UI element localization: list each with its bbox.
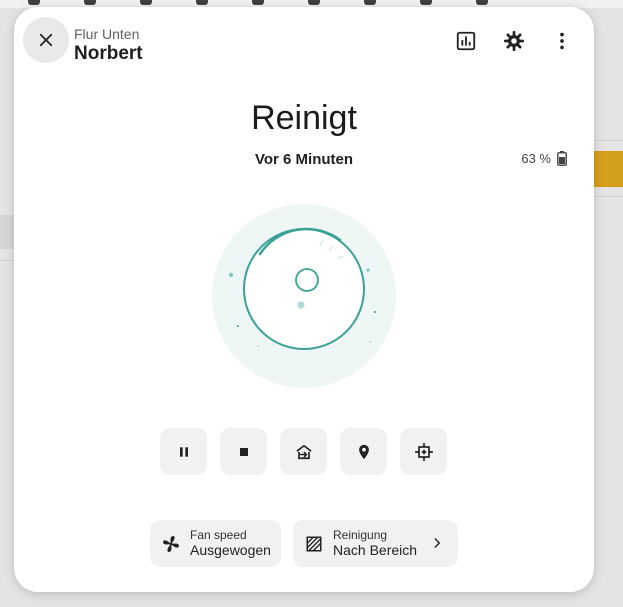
fan-icon: [160, 533, 182, 555]
more-options-button[interactable]: [548, 27, 576, 55]
settings-button[interactable]: [500, 27, 528, 55]
more-vertical-icon: [560, 32, 564, 50]
history-button[interactable]: [452, 27, 480, 55]
locate-icon: [358, 444, 369, 459]
fan-speed-select[interactable]: Fan speed Ausgewogen: [150, 520, 281, 567]
more-info-dialog: Flur Unten Norbert Reinigt Vor 6 Minuten…: [14, 7, 594, 592]
battery-level: 63 %: [521, 151, 551, 166]
cleaning-mode-value: Nach Bereich: [333, 542, 418, 559]
gear-icon: [503, 30, 525, 52]
cleaning-mode-select[interactable]: Reinigung Nach Bereich: [293, 520, 458, 567]
battery-status: 63 %: [521, 151, 567, 166]
stop-icon: [239, 447, 248, 456]
clean-spot-button[interactable]: [400, 428, 447, 475]
return-to-base-button[interactable]: [280, 428, 327, 475]
vacuum-state: Reinigt: [251, 99, 357, 137]
history-chart-icon: [456, 31, 476, 51]
pause-icon: [179, 446, 188, 457]
state-last-changed: Vor 6 Minuten: [254, 151, 354, 168]
pause-button[interactable]: [160, 428, 207, 475]
vacuum-animation: [212, 204, 396, 388]
clean-spot-icon: [414, 442, 433, 461]
fan-speed-label: Fan speed: [190, 527, 247, 542]
close-button[interactable]: [23, 17, 69, 63]
stop-button[interactable]: [220, 428, 267, 475]
return-to-base-icon: [295, 444, 312, 459]
chevron-right-icon: [428, 534, 446, 552]
device-area: Flur Unten: [74, 26, 140, 42]
fan-speed-value: Ausgewogen: [190, 542, 271, 559]
locate-button[interactable]: [340, 428, 387, 475]
cleaning-mode-label: Reinigung: [333, 527, 388, 542]
device-name: Norbert: [74, 43, 143, 64]
close-icon: [39, 33, 53, 47]
area-hatch-icon: [303, 533, 325, 555]
battery-icon: [557, 151, 567, 166]
